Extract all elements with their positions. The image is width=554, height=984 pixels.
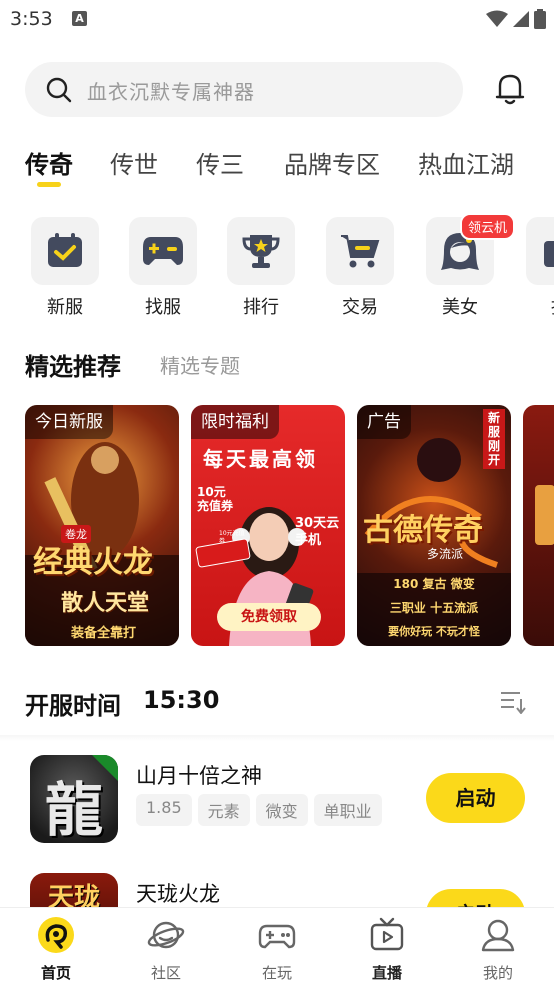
nav-label: 首页 <box>40 964 71 982</box>
quick-draw[interactable]: 抽 <box>526 217 554 319</box>
nav-community[interactable]: 社区 <box>126 916 206 983</box>
user-icon <box>481 919 515 952</box>
card-art-line1: 180 复古 微变 <box>393 577 475 591</box>
battery-icon <box>534 9 546 29</box>
quick-trade[interactable]: 交易 <box>326 217 396 319</box>
card-tag: 今日新服 <box>25 405 113 439</box>
game-tag: 1.85 <box>136 794 192 826</box>
nav-label: 我的 <box>482 964 513 982</box>
quick-label: 排行 <box>243 297 279 318</box>
start-button[interactable]: 启动 <box>426 773 525 823</box>
cloud-phone-badge: 领云机 <box>460 213 516 240</box>
quick-label: 美女 <box>442 297 478 318</box>
nav-me[interactable]: 我的 <box>458 916 538 983</box>
trophy-icon <box>242 235 280 268</box>
card-art-subtitle: 多流派 <box>427 547 464 561</box>
nav-label: 在玩 <box>261 964 292 982</box>
bell-icon[interactable] <box>494 72 526 106</box>
status-icons <box>486 9 546 29</box>
card-tag: 广告 <box>357 405 411 439</box>
tab-chuanqi[interactable]: 传奇 <box>25 145 73 180</box>
nav-label: 直播 <box>371 964 402 982</box>
tab-chuanshi[interactable]: 传世 <box>110 145 158 180</box>
gift-icon <box>544 241 554 267</box>
featured-topics-tab[interactable]: 精选专题 <box>160 350 240 379</box>
gamepad-icon <box>143 237 183 265</box>
bottom-nav: 首页 社区 在玩 直播 我的 <box>0 907 554 984</box>
quick-ranking[interactable]: 排行 <box>227 217 297 319</box>
quick-label: 抽 <box>526 293 554 319</box>
game-icon: 龍 <box>30 755 118 843</box>
featured-card-new-server[interactable]: 今日新服 卷龙 经典火龙 散人天堂 装备全靠打 <box>25 405 179 646</box>
quick-label: 新服 <box>47 297 83 318</box>
status-bar: 3:53 A <box>0 0 554 40</box>
featured-card-welfare[interactable]: 限时福利 每天最高领 10元充值券 10元充值券 30天云手机 免费领取 <box>191 405 345 646</box>
card-art-subtitle: 散人天堂 <box>61 590 150 616</box>
nav-live[interactable]: 直播 <box>347 916 427 983</box>
card-art-corner: 新服刚开 <box>483 409 505 469</box>
quick-label: 交易 <box>342 297 378 318</box>
card-art-phone: 30天云手机 <box>295 516 340 548</box>
wifi-icon <box>486 10 508 27</box>
tv-icon <box>370 917 404 951</box>
card-art-footer: 装备全靠打 <box>71 626 137 641</box>
game-row[interactable]: 龍 山月十倍之神 1.85 元素 微变 单职业 启动 <box>0 755 554 855</box>
game-name: 天珑火龙 <box>136 882 220 906</box>
card-art-cta: 免费领取 <box>217 603 321 631</box>
signal-icon <box>513 11 529 27</box>
open-server-time: 15:30 <box>143 686 220 714</box>
category-tabs: 传奇 传世 传三 品牌专区 热血江湖 <box>0 145 554 195</box>
quick-beauty[interactable]: 美女 领云机 <box>426 213 516 319</box>
featured-title: 精选推荐 <box>25 353 121 381</box>
nav-playing[interactable]: 在玩 <box>237 916 317 983</box>
search-placeholder: 血衣沉默专属神器 <box>87 80 255 104</box>
gamepad-icon <box>258 924 296 949</box>
cart-icon <box>341 235 380 268</box>
featured-card-ad[interactable]: 广告 新服刚开 古德传奇 多流派 180 复古 微变 三职业 十五流派 要你好玩… <box>357 405 511 646</box>
planet-icon <box>147 921 185 949</box>
notification-icon: A <box>72 11 87 26</box>
quick-new-server[interactable]: 新服 <box>31 217 101 319</box>
card-art-voucher: 10元充值券 <box>219 530 245 545</box>
card-tag: 限时福利 <box>191 405 279 439</box>
section-divider <box>0 735 554 741</box>
game-tag: 微变 <box>255 794 308 826</box>
game-tag: 单职业 <box>313 794 382 826</box>
nav-home[interactable]: 首页 <box>16 916 96 983</box>
featured-card-partial[interactable] <box>523 405 554 646</box>
card-art-title: 经典火龙 <box>33 545 153 580</box>
tab-chuansan[interactable]: 传三 <box>196 145 244 180</box>
card-art-headline: 每天最高领 <box>203 447 318 471</box>
search-icon <box>46 77 72 103</box>
card-art-title: 古德传奇 <box>363 513 483 548</box>
sort-list-icon[interactable] <box>500 690 526 714</box>
game-name: 山月十倍之神 <box>136 764 262 788</box>
quick-find-server[interactable]: 找服 <box>129 217 199 319</box>
card-art-fragment <box>535 485 554 545</box>
card-art-line2: 三职业 十五流派 <box>389 601 479 615</box>
card-art-line3: 要你好玩 不玩才怪 <box>388 625 480 638</box>
quick-label: 找服 <box>145 297 181 318</box>
status-time: 3:53 <box>10 8 53 30</box>
game-tags: 1.85 元素 微变 单职业 <box>136 794 382 826</box>
tab-brand-zone[interactable]: 品牌专区 <box>284 145 380 180</box>
game-tag: 元素 <box>197 794 250 826</box>
open-server-title: 开服时间 <box>25 692 121 720</box>
game-icon-ribbon <box>92 755 118 781</box>
search-input[interactable]: 血衣沉默专属神器 <box>25 62 463 117</box>
nav-label: 社区 <box>150 964 181 982</box>
home-icon <box>38 917 74 953</box>
tab-rexue-jianghu[interactable]: 热血江湖 <box>418 145 514 180</box>
card-art-coupon: 10元充值券 <box>197 485 234 513</box>
active-tab-indicator <box>37 182 61 187</box>
calendar-check-icon <box>48 233 82 267</box>
